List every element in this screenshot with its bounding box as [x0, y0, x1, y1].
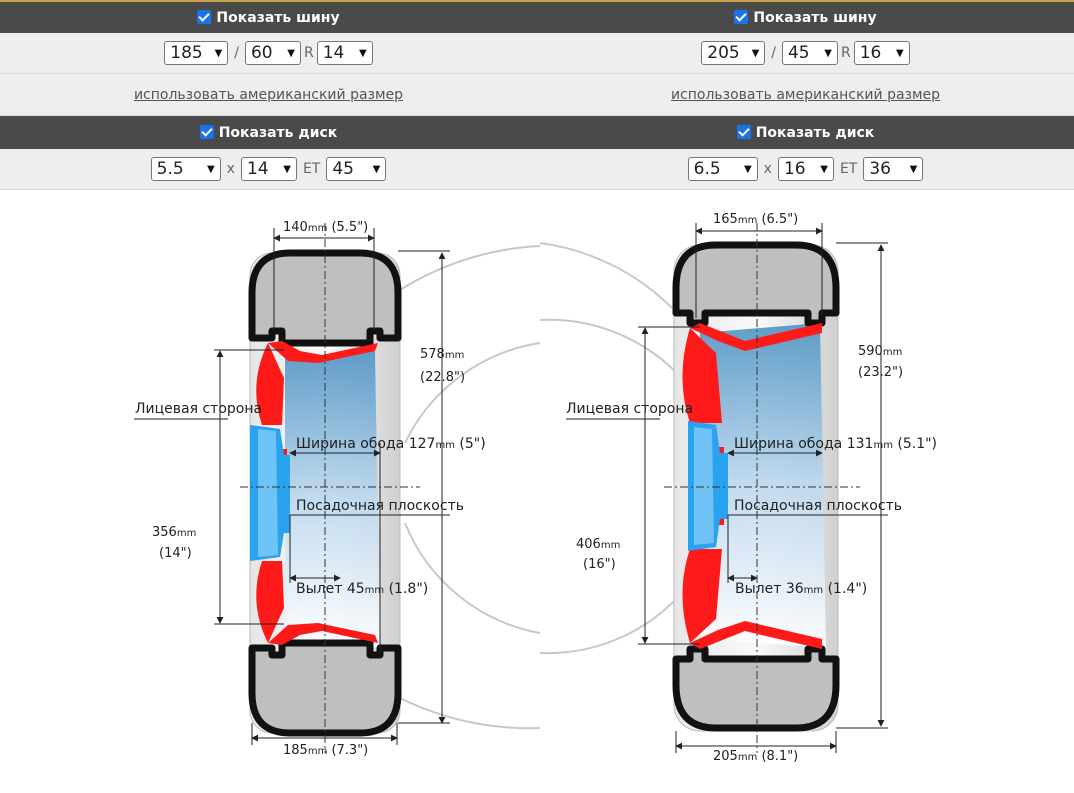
wheel-comparison-diagram: 140mm (5.5") 578mm (22.8") Лицевая сторо… — [134, 212, 937, 764]
right-rim-width-label: Ширина обода — [734, 436, 842, 452]
svg-text:406mm: 406mm — [576, 537, 620, 552]
left-tire-outline-arc — [399, 697, 541, 730]
right-disk-width-select[interactable]: 6.5 ▼ — [687, 157, 758, 181]
right-tire-outline-arc — [539, 242, 673, 309]
svg-text:185mm (7.3"): 185mm (7.3") — [283, 743, 368, 758]
left-show-tire-checkbox[interactable] — [197, 9, 212, 24]
right-offset-label: Вылет — [735, 581, 781, 597]
right-show-disk-header[interactable]: Показать диск — [537, 116, 1074, 149]
left-show-disk-checkbox[interactable] — [199, 124, 214, 139]
svg-text:Ширина обода 131mm (5.1"): Ширина обода 131mm (5.1") — [734, 436, 937, 452]
svg-text:Вылет 36mm (1.4"): Вылет 36mm (1.4") — [735, 581, 867, 597]
chevron-down-icon: ▼ — [751, 47, 760, 59]
left-face-side-label: Лицевая сторона — [135, 401, 262, 417]
left-show-tire-label[interactable]: Показать шину — [216, 10, 339, 26]
chevron-down-icon: ▼ — [372, 163, 381, 175]
chevron-down-icon: ▼ — [287, 47, 295, 59]
right-mount-plane-label: Посадочная плоскость — [734, 498, 902, 514]
left-disk-width-select[interactable]: 5.5 ▼ — [150, 157, 221, 181]
right-rim-diameter-value: 406 — [576, 537, 601, 552]
left-config-panel: Показать шину 185 ▼ / 60 ▼ R 14 ▼ использов… — [0, 0, 537, 190]
left-show-disk-label[interactable]: Показать диск — [219, 125, 338, 141]
right-tire-size-row: 205 ▼ / 45 ▼ R 16 ▼ — [537, 33, 1074, 74]
right-disk-et-select[interactable]: 36 ▼ — [863, 157, 924, 181]
svg-text:165mm (6.5"): 165mm (6.5") — [713, 212, 798, 227]
right-show-disk-checkbox[interactable] — [736, 124, 751, 139]
chevron-down-icon: ▼ — [896, 47, 904, 59]
svg-text:140mm (5.5"): 140mm (5.5") — [283, 220, 368, 235]
left-rim-diameter-inches: (14") — [159, 546, 192, 561]
left-disk-diameter-select[interactable]: 14 ▼ — [240, 157, 297, 181]
svg-text:356mm: 356mm — [152, 525, 196, 540]
left-american-size-row: использовать американский размер — [0, 74, 537, 116]
chevron-down-icon: ▼ — [359, 47, 367, 59]
right-wheel-section — [566, 223, 888, 753]
right-american-size-row: использовать американский размер — [537, 74, 1074, 116]
right-tire-profile-select[interactable]: 45 ▼ — [781, 41, 838, 65]
right-show-disk-label[interactable]: Показать диск — [756, 125, 875, 141]
svg-text:Ширина обода 127mm (5"): Ширина обода 127mm (5") — [296, 436, 486, 452]
chevron-down-icon: ▼ — [214, 47, 223, 59]
chevron-down-icon: ▼ — [206, 163, 215, 175]
right-show-tire-header[interactable]: Показать шину — [537, 0, 1074, 33]
right-rim-outline-arc — [539, 318, 691, 655]
left-show-disk-header[interactable]: Показать диск — [0, 116, 537, 149]
right-outer-diameter-value: 590 — [858, 344, 883, 359]
right-outer-diameter-inches: (23.2") — [858, 365, 903, 380]
svg-text:Вылет 45mm (1.8"): Вылет 45mm (1.8") — [296, 581, 428, 597]
left-tire-diameter-select[interactable]: 14 ▼ — [316, 41, 373, 65]
right-face-side-label: Лицевая сторона — [566, 401, 693, 417]
left-disk-size-row: 5.5 ▼ x 14 ▼ ET 45 ▼ — [0, 149, 537, 190]
left-show-tire-header[interactable]: Показать шину — [0, 0, 537, 33]
chevron-down-icon: ▼ — [824, 47, 832, 59]
right-config-panel: Показать шину 205 ▼ / 45 ▼ R 16 ▼ использов… — [537, 0, 1074, 190]
right-rim-diameter-inches: (16") — [583, 557, 616, 572]
left-top-width-value: 140 — [283, 220, 308, 235]
left-tire-outline-arc — [399, 245, 541, 291]
right-tire-diameter-select[interactable]: 16 ▼ — [853, 41, 910, 65]
left-wheel-section — [134, 223, 450, 753]
right-show-tire-checkbox[interactable] — [734, 9, 749, 24]
left-outer-diameter-inches: (22.8") — [420, 370, 465, 385]
right-disk-diameter-select[interactable]: 16 ▼ — [777, 157, 834, 181]
right-disk-size-row: 6.5 ▼ x 16 ▼ ET 36 ▼ — [537, 149, 1074, 190]
left-rim-diameter-value: 356 — [152, 525, 177, 540]
left-american-size-link[interactable]: использовать американский размер — [134, 87, 403, 103]
svg-text:590mm: 590mm — [858, 344, 902, 359]
svg-text:205mm (8.1"): 205mm (8.1") — [713, 749, 798, 764]
left-offset-label: Вылет — [296, 581, 342, 597]
right-top-width-value: 165 — [713, 212, 738, 227]
chevron-down-icon: ▼ — [909, 163, 918, 175]
left-rim-width-label: Ширина обода — [296, 436, 404, 452]
svg-text:578mm: 578mm — [420, 347, 464, 362]
right-tire-width-value: 205 — [713, 749, 738, 764]
chevron-down-icon: ▼ — [283, 163, 291, 175]
left-tire-width-select[interactable]: 185 ▼ — [164, 41, 229, 65]
left-tire-profile-select[interactable]: 60 ▼ — [244, 41, 301, 65]
left-tire-width-value: 185 — [283, 743, 308, 758]
right-tire-width-select[interactable]: 205 ▼ — [701, 41, 766, 65]
left-disk-et-select[interactable]: 45 ▼ — [326, 157, 387, 181]
left-outer-diameter-value: 578 — [420, 347, 445, 362]
left-mount-plane-label: Посадочная плоскость — [296, 498, 464, 514]
chevron-down-icon: ▼ — [820, 163, 828, 175]
chevron-down-icon: ▼ — [743, 163, 752, 175]
right-show-tire-label[interactable]: Показать шину — [753, 10, 876, 26]
right-american-size-link[interactable]: использовать американский размер — [671, 87, 940, 103]
left-tire-size-row: 185 ▼ / 60 ▼ R 14 ▼ — [0, 33, 537, 74]
